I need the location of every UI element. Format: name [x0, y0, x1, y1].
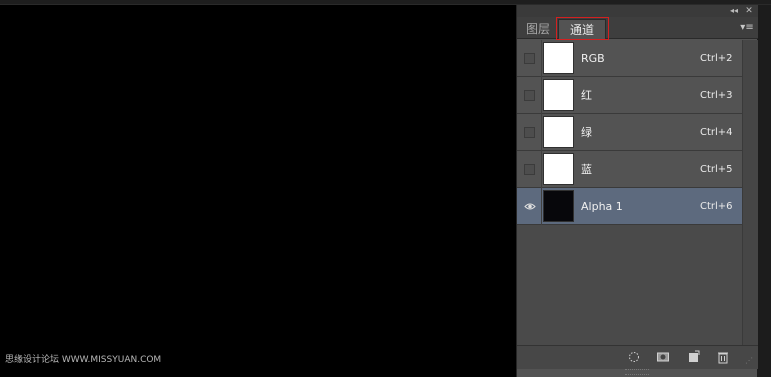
channel-shortcut: Ctrl+3 — [700, 90, 733, 101]
channel-name: 红 — [581, 89, 592, 102]
channel-thumbnail — [543, 190, 574, 222]
channel-list: RGB Ctrl+2 红 Ctrl+3 绿 Ctrl+4 蓝 Ctrl+5 Al… — [517, 40, 742, 345]
visibility-toggle[interactable] — [524, 127, 535, 138]
row-divider — [541, 114, 542, 151]
visibility-toggle[interactable] — [524, 164, 535, 175]
close-icon[interactable]: ✕ — [743, 5, 755, 17]
row-divider — [541, 188, 542, 225]
channel-thumbnail — [543, 153, 574, 185]
channel-thumbnail — [543, 79, 574, 111]
panel-bottom-bar: ⋰ — [517, 345, 758, 369]
document-canvas[interactable] — [0, 5, 516, 377]
delete-channel-icon[interactable] — [716, 350, 730, 364]
channel-name: 绿 — [581, 126, 592, 139]
resize-grip-icon[interactable]: ⋰ — [745, 356, 755, 366]
channel-shortcut: Ctrl+4 — [700, 127, 733, 138]
row-divider — [541, 77, 542, 114]
panel-menu-icon[interactable]: ▾≡ — [739, 21, 755, 35]
panel-drag-grip[interactable] — [625, 369, 649, 375]
channel-name: RGB — [581, 52, 605, 65]
watermark: 思缘设计论坛 WWW.MISSYUAN.COM — [5, 355, 162, 365]
channel-row-red[interactable]: 红 Ctrl+3 — [517, 77, 742, 114]
tab-channels[interactable]: 通道 — [558, 19, 606, 39]
tab-layers[interactable]: 图层 — [521, 19, 555, 39]
visibility-toggle[interactable] — [524, 53, 535, 64]
eye-icon[interactable] — [524, 201, 536, 212]
panel-titlebar: ◂◂ ✕ — [517, 5, 758, 17]
new-channel-icon[interactable] — [687, 350, 701, 364]
channel-row-blue[interactable]: 蓝 Ctrl+5 — [517, 151, 742, 188]
panel-scrollbar[interactable] — [742, 40, 758, 345]
save-selection-icon[interactable] — [656, 350, 670, 364]
channel-row-green[interactable]: 绿 Ctrl+4 — [517, 114, 742, 151]
channel-shortcut: Ctrl+6 — [700, 201, 733, 212]
row-divider — [541, 40, 542, 77]
channel-name: 蓝 — [581, 163, 592, 176]
channel-row-alpha1[interactable]: Alpha 1 Ctrl+6 — [517, 188, 742, 225]
channel-shortcut: Ctrl+5 — [700, 164, 733, 175]
visibility-toggle[interactable] — [524, 90, 535, 101]
double-chevron-left-icon[interactable]: ◂◂ — [728, 5, 740, 17]
right-dock-edge — [757, 5, 771, 377]
channel-name: Alpha 1 — [581, 200, 623, 213]
channel-thumbnail — [543, 42, 574, 74]
channels-panel: ◂◂ ✕ 图层 通道 ▾≡ RGB Ctrl+2 红 Ctrl+3 绿 Ctrl… — [516, 5, 758, 377]
panel-tabbar: 图层 通道 ▾≡ — [517, 17, 758, 40]
channel-shortcut: Ctrl+2 — [700, 53, 733, 64]
channel-thumbnail — [543, 116, 574, 148]
row-divider — [541, 151, 542, 188]
channel-row-rgb[interactable]: RGB Ctrl+2 — [517, 40, 742, 77]
load-selection-icon[interactable] — [627, 350, 641, 364]
